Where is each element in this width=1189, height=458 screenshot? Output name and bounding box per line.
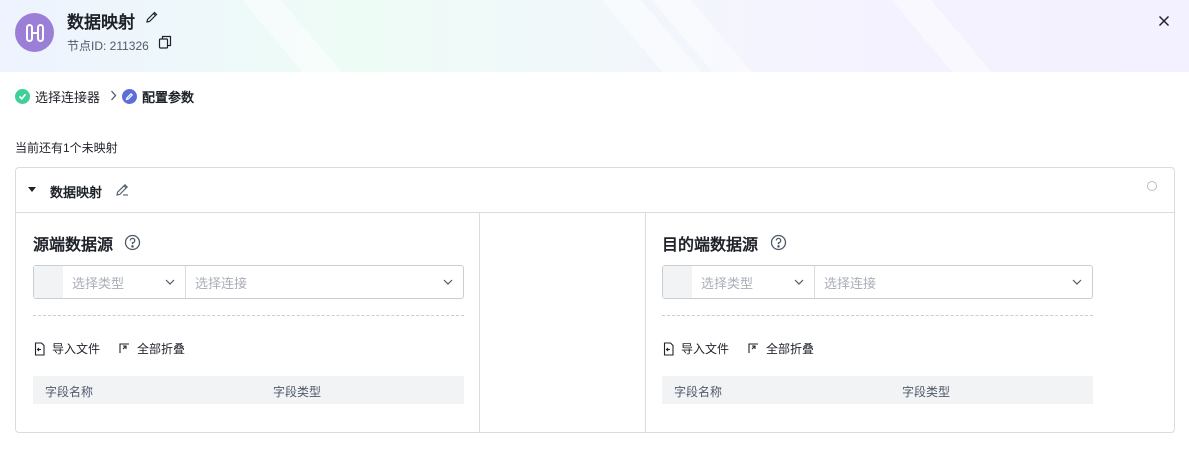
chevron-down-icon xyxy=(165,279,175,285)
source-connection-select[interactable]: 选择连接 xyxy=(186,266,463,298)
import-file-icon xyxy=(34,341,45,356)
unmapped-hint: 当前还有1个未映射 xyxy=(15,141,118,155)
decor-stripe xyxy=(232,0,358,72)
help-icon[interactable] xyxy=(124,234,141,251)
source-type-select[interactable]: 选择类型 xyxy=(34,266,186,298)
collapse-all-icon xyxy=(119,343,130,353)
dashed-divider xyxy=(33,315,464,316)
page-title: 数据映射 xyxy=(67,13,135,32)
mapping-avatar-icon xyxy=(15,13,54,52)
column-header-field-type: 字段类型 xyxy=(273,385,322,399)
close-icon[interactable] xyxy=(1157,14,1171,28)
source-actions: 导入文件 全部折叠 xyxy=(33,340,203,357)
mapping-panel: 数据映射 源端数据源 选择类型 选择连接 导入文件 全部折叠 字段名称 字段类型… xyxy=(15,167,1175,433)
column-divider xyxy=(479,213,480,433)
drawer-header: 数据映射 节点ID: 211326 xyxy=(0,0,1189,72)
help-icon[interactable] xyxy=(770,234,787,251)
import-file-icon xyxy=(663,341,674,356)
source-table-header: 字段名称 字段类型 xyxy=(33,376,464,404)
target-connection-select[interactable]: 选择连接 xyxy=(815,266,1092,298)
edit-icon[interactable] xyxy=(145,10,159,24)
column-header-field-type: 字段类型 xyxy=(902,385,951,399)
connection-placeholder: 选择连接 xyxy=(195,275,248,291)
source-title: 源端数据源 xyxy=(33,237,114,254)
target-section: 目的端数据源 选择类型 选择连接 导入文件 全部折叠 字段名称 字段类型 xyxy=(662,213,1094,433)
type-icon-placeholder xyxy=(663,266,692,298)
import-file-button[interactable]: 导入文件 xyxy=(662,340,729,357)
stepper: 选择连接器 配置参数 xyxy=(15,87,194,105)
target-selector: 选择类型 选择连接 xyxy=(662,265,1093,299)
dashed-divider xyxy=(662,315,1093,316)
import-file-label: 导入文件 xyxy=(681,342,730,356)
step-config-params[interactable]: 配置参数 xyxy=(122,87,194,106)
chevron-down-icon xyxy=(1072,279,1082,285)
edit-icon xyxy=(122,88,138,104)
chevron-right-icon xyxy=(110,89,117,104)
type-placeholder: 选择类型 xyxy=(72,275,125,291)
connection-placeholder: 选择连接 xyxy=(824,275,877,291)
collapse-all-icon xyxy=(748,343,759,353)
target-type-select[interactable]: 选择类型 xyxy=(663,266,815,298)
copy-icon[interactable] xyxy=(158,35,172,49)
panel-header: 数据映射 xyxy=(16,168,1174,213)
column-header-field-name: 字段名称 xyxy=(674,385,723,399)
column-header-field-name: 字段名称 xyxy=(45,385,94,399)
column-divider xyxy=(645,213,646,433)
collapse-all-label: 全部折叠 xyxy=(766,342,815,356)
source-selector: 选择类型 选择连接 xyxy=(33,265,464,299)
chevron-down-icon xyxy=(443,279,453,285)
collapse-all-button[interactable]: 全部折叠 xyxy=(118,340,185,357)
caret-down-icon[interactable] xyxy=(28,187,36,192)
decor-stripe xyxy=(882,0,1008,72)
node-id: 节点ID: 211326 xyxy=(67,39,149,53)
step-label: 配置参数 xyxy=(142,89,195,105)
step-label: 选择连接器 xyxy=(35,89,101,105)
status-circle-icon xyxy=(1147,181,1157,191)
chevron-down-icon xyxy=(794,279,804,285)
step-select-connector[interactable]: 选择连接器 xyxy=(15,87,100,106)
target-actions: 导入文件 全部折叠 xyxy=(662,340,832,357)
import-file-button[interactable]: 导入文件 xyxy=(33,340,100,357)
source-section: 源端数据源 选择类型 选择连接 导入文件 全部折叠 字段名称 字段类型 xyxy=(33,213,465,433)
import-file-label: 导入文件 xyxy=(52,342,101,356)
edit-icon[interactable] xyxy=(115,182,130,197)
type-placeholder: 选择类型 xyxy=(701,275,754,291)
panel-title: 数据映射 xyxy=(50,185,103,200)
target-table-header: 字段名称 字段类型 xyxy=(662,376,1093,404)
collapse-all-label: 全部折叠 xyxy=(137,342,186,356)
collapse-all-button[interactable]: 全部折叠 xyxy=(747,340,814,357)
type-icon-placeholder xyxy=(34,266,63,298)
target-title: 目的端数据源 xyxy=(662,237,759,254)
check-icon xyxy=(15,88,30,104)
